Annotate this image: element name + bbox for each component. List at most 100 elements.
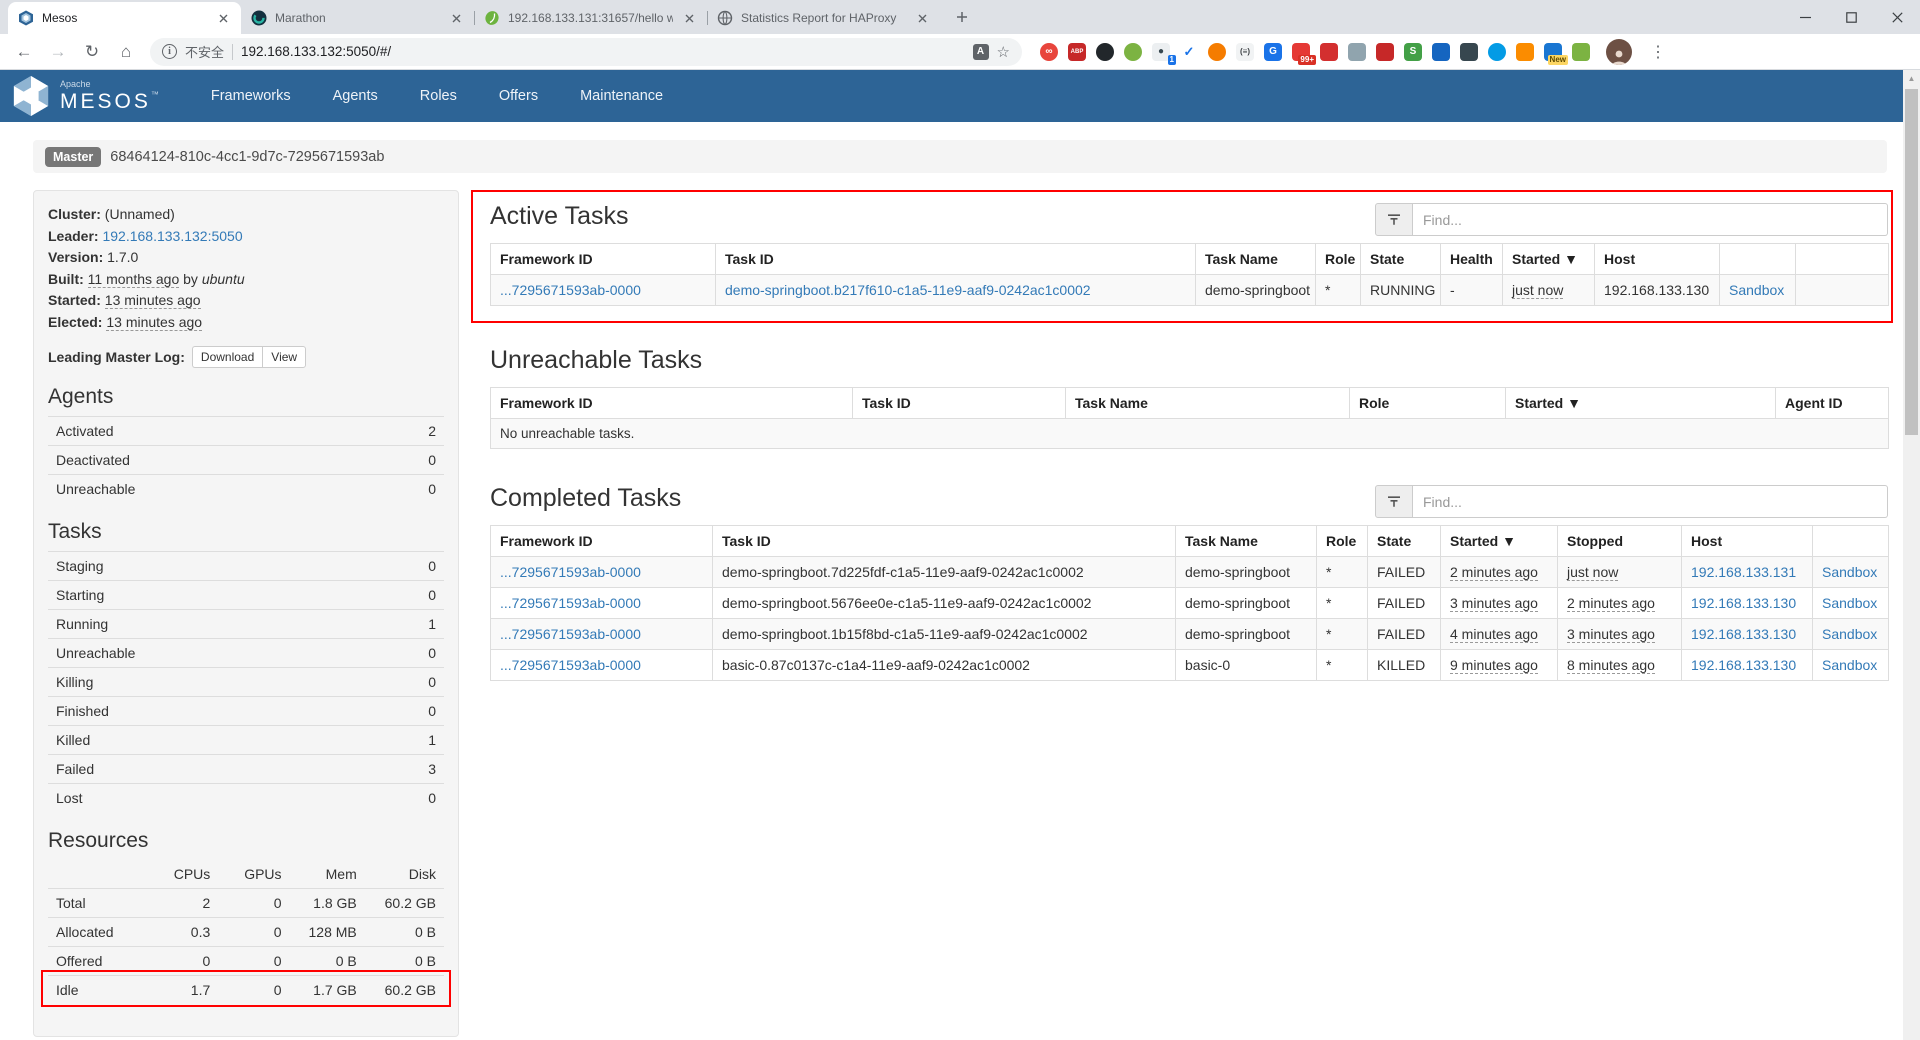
extension-icon[interactable]: ●1 <box>1152 43 1170 61</box>
task-id-link[interactable]: demo-springboot.b217f610-c1a5-11e9-aaf9-… <box>725 282 1091 298</box>
tab-close-icon[interactable] <box>914 10 930 26</box>
tab-haproxy-stats[interactable]: Statistics Report for HAProxy <box>707 2 940 34</box>
column-framework-id[interactable]: Framework ID <box>491 388 853 419</box>
column-task-id[interactable]: Task ID <box>713 526 1176 557</box>
column-state[interactable]: State <box>1361 244 1441 275</box>
extension-icon[interactable]: ABP <box>1068 43 1086 61</box>
column-agent-id[interactable]: Agent ID <box>1776 388 1889 419</box>
column-state[interactable]: State <box>1368 526 1441 557</box>
leader-link[interactable]: 192.168.133.132:5050 <box>102 228 242 244</box>
host-link[interactable]: 192.168.133.130 <box>1691 657 1796 673</box>
nav-frameworks[interactable]: Frameworks <box>190 70 312 122</box>
extension-icon[interactable] <box>1488 43 1506 61</box>
extension-icon[interactable]: G <box>1264 43 1282 61</box>
active-find-input[interactable] <box>1413 203 1888 236</box>
sandbox-link[interactable]: Sandbox <box>1729 282 1784 298</box>
column-stopped[interactable]: Stopped <box>1558 526 1682 557</box>
column-task-id[interactable]: Task ID <box>716 244 1196 275</box>
unreachable-tasks-section: Unreachable Tasks Framework ID Task ID T… <box>490 338 1888 449</box>
tab-close-icon[interactable] <box>448 10 464 26</box>
task-state: RUNNING <box>1361 275 1441 306</box>
framework-id-link[interactable]: ...7295671593ab-0000 <box>500 657 641 673</box>
host-link[interactable]: 192.168.133.130 <box>1691 595 1796 611</box>
back-icon[interactable]: ← <box>10 38 38 66</box>
column-started[interactable]: Started ▼ <box>1441 526 1558 557</box>
column-started[interactable]: Started ▼ <box>1506 388 1776 419</box>
column-framework-id[interactable]: Framework ID <box>491 526 713 557</box>
framework-id-link[interactable]: ...7295671593ab-0000 <box>500 595 641 611</box>
extension-icon[interactable]: (≡) <box>1236 43 1254 61</box>
completed-find-input[interactable] <box>1413 485 1888 518</box>
translate-icon[interactable]: A <box>973 44 989 60</box>
column-started[interactable]: Started ▼ <box>1503 244 1595 275</box>
extension-icon[interactable] <box>1460 43 1478 61</box>
scroll-up-icon[interactable]: ▲ <box>1903 70 1920 87</box>
tab-marathon[interactable]: Marathon <box>241 2 474 34</box>
task-health: - <box>1441 275 1503 306</box>
column-role[interactable]: Role <box>1350 388 1506 419</box>
framework-id-link[interactable]: ...7295671593ab-0000 <box>500 626 641 642</box>
filter-icon[interactable] <box>1375 203 1413 236</box>
column-task-id[interactable]: Task ID <box>853 388 1066 419</box>
host-link[interactable]: 192.168.133.131 <box>1691 564 1796 580</box>
extension-icon[interactable] <box>1208 43 1226 61</box>
sandbox-link[interactable]: Sandbox <box>1822 626 1877 642</box>
extension-icon[interactable]: New <box>1544 43 1562 61</box>
tab-springboot-app[interactable]: 192.168.133.131:31657/hello w <box>474 2 707 34</box>
table-row: Starting0 <box>48 581 444 610</box>
sandbox-link[interactable]: Sandbox <box>1822 564 1877 580</box>
close-button[interactable] <box>1874 0 1920 34</box>
extension-icon[interactable] <box>1320 43 1338 61</box>
info-icon[interactable]: i <box>162 44 177 59</box>
column-role[interactable]: Role <box>1316 244 1361 275</box>
column-framework-id[interactable]: Framework ID <box>491 244 716 275</box>
browser-menu-icon[interactable]: ⋮ <box>1650 42 1666 62</box>
extension-icon[interactable]: ∞ <box>1040 43 1058 61</box>
profile-avatar[interactable] <box>1606 39 1632 65</box>
extension-icon[interactable]: 99+ <box>1292 43 1310 61</box>
nav-roles[interactable]: Roles <box>399 70 478 122</box>
column-host[interactable]: Host <box>1682 526 1813 557</box>
extension-icon[interactable]: ✓ <box>1180 43 1198 61</box>
framework-id-link[interactable]: ...7295671593ab-0000 <box>500 282 641 298</box>
extension-icon[interactable] <box>1096 43 1114 61</box>
column-task-name[interactable]: Task Name <box>1176 526 1317 557</box>
bookmark-star-icon[interactable]: ☆ <box>997 43 1010 61</box>
new-tab-button[interactable] <box>948 3 976 31</box>
nav-maintenance[interactable]: Maintenance <box>559 70 684 122</box>
framework-id-link[interactable]: ...7295671593ab-0000 <box>500 564 641 580</box>
home-icon[interactable]: ⌂ <box>112 38 140 66</box>
tab-close-icon[interactable] <box>215 10 231 26</box>
host-link[interactable]: 192.168.133.130 <box>1691 626 1796 642</box>
sandbox-link[interactable]: Sandbox <box>1822 595 1877 611</box>
nav-offers[interactable]: Offers <box>478 70 559 122</box>
column-health[interactable]: Health <box>1441 244 1503 275</box>
column-task-name[interactable]: Task Name <box>1196 244 1316 275</box>
minimize-button[interactable] <box>1782 0 1828 34</box>
extension-icon[interactable]: S <box>1404 43 1422 61</box>
extension-icon[interactable] <box>1124 43 1142 61</box>
address-bar[interactable]: i 不安全 192.168.133.132:5050/#/ A ☆ <box>150 38 1022 66</box>
column-host[interactable]: Host <box>1595 244 1720 275</box>
scrollbar-thumb[interactable] <box>1905 89 1918 435</box>
maximize-button[interactable] <box>1828 0 1874 34</box>
tab-mesos[interactable]: Mesos <box>8 2 241 34</box>
column-task-name[interactable]: Task Name <box>1066 388 1350 419</box>
tab-close-icon[interactable] <box>681 10 697 26</box>
extension-icon[interactable] <box>1348 43 1366 61</box>
filter-icon[interactable] <box>1375 485 1413 518</box>
extension-icon[interactable] <box>1572 43 1590 61</box>
view-log-button[interactable]: View <box>262 346 306 368</box>
column-role[interactable]: Role <box>1317 526 1368 557</box>
extension-icon[interactable] <box>1376 43 1394 61</box>
forward-icon[interactable]: → <box>44 38 72 66</box>
mesos-logo[interactable]: Apache MESOS™ <box>12 75 162 117</box>
reload-icon[interactable]: ↻ <box>78 38 106 66</box>
table-row: Unreachable0 <box>48 639 444 668</box>
vertical-scrollbar[interactable]: ▲ <box>1903 70 1920 1040</box>
nav-agents[interactable]: Agents <box>312 70 399 122</box>
extension-icon[interactable] <box>1516 43 1534 61</box>
sandbox-link[interactable]: Sandbox <box>1822 657 1877 673</box>
download-log-button[interactable]: Download <box>192 346 262 368</box>
extension-icon[interactable] <box>1432 43 1450 61</box>
